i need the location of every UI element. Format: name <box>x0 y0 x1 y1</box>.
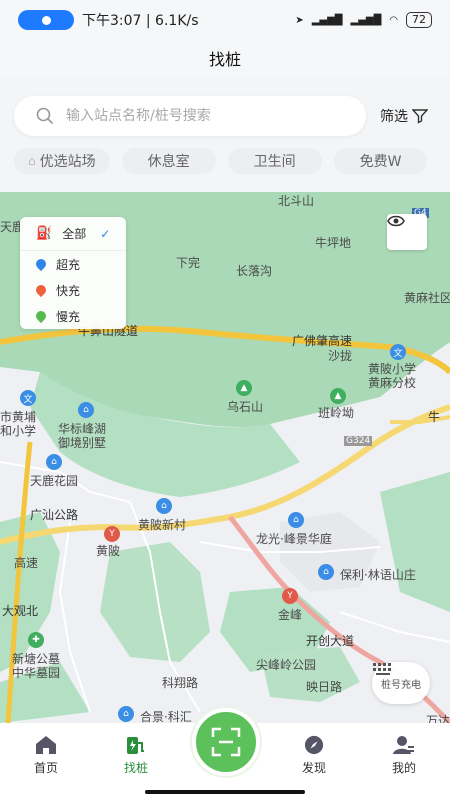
filter-chips: ⌂ 优选站场 休息室 卫生间 免费W <box>14 148 450 174</box>
cemetery-poi-icon[interactable]: ✚ <box>28 632 44 648</box>
place-label: 黄麻分校 <box>368 376 417 390</box>
status-bar: 下午3:07 | 6.1K/s ➤ ▂▄▆█ ▂▄▆█ ◠ 72 <box>0 0 450 40</box>
keypad-icon <box>373 663 391 675</box>
place-label: 长落沟 <box>236 264 273 278</box>
chip-restroom[interactable]: 卫生间 <box>227 148 322 174</box>
metro-poi-icon[interactable]: Y <box>282 588 298 604</box>
place-label: 金峰 <box>278 608 303 622</box>
place-label: 合景·科汇 <box>140 710 192 723</box>
residence-poi-icon[interactable]: ⌂ <box>78 402 94 418</box>
place-label: 班岭坳 <box>318 406 355 420</box>
place-label: 尖峰岭公园 <box>256 658 317 672</box>
residence-poi-icon[interactable]: ⌂ <box>156 498 172 514</box>
charging-station-icon <box>127 737 144 754</box>
search-input[interactable] <box>64 107 324 125</box>
preferred-icon: ⌂ <box>28 154 36 168</box>
status-time: 下午3:07 | 6.1K/s <box>82 13 199 29</box>
place-label: 北斗山 <box>278 194 315 208</box>
chip-preferred[interactable]: ⌂ 优选站场 <box>14 148 110 174</box>
place-label: 下完 <box>176 256 201 270</box>
title-bar: 找桩 <box>0 40 450 76</box>
charger-type-legend: ⛽ 全部 ✓ 超充 快充 慢充 <box>20 217 126 329</box>
place-label: 御境别墅 <box>58 436 107 450</box>
home-indicator <box>145 790 305 794</box>
chip-free-wifi[interactable]: 免费W <box>333 148 428 174</box>
place-label: 映日路 <box>306 680 343 694</box>
locate-button[interactable] <box>387 214 427 250</box>
road-label: 广汕公路 <box>30 508 79 522</box>
eye-icon <box>387 215 405 227</box>
tab-profile[interactable]: 我的 <box>374 735 434 776</box>
residence-poi-icon[interactable]: ⌂ <box>118 706 134 722</box>
wifi-icon: ◠ <box>389 14 398 26</box>
location-indicator-icon <box>18 10 74 30</box>
place-label: 黄陂新村 <box>138 518 187 532</box>
pile-charge-button[interactable]: 桩号充电 <box>372 662 430 704</box>
place-label: 中华墓园 <box>12 666 61 680</box>
place-label: 高速 <box>14 556 39 570</box>
pile-charge-label: 桩号充电 <box>381 679 421 691</box>
filter-label: 筛选 <box>380 109 408 125</box>
legend-super[interactable]: 超充 <box>20 251 126 277</box>
tab-home[interactable]: 首页 <box>16 735 76 776</box>
signal-icon: ▂▄▆█ <box>311 14 343 26</box>
filter-icon <box>412 109 428 124</box>
slow-charge-pin-icon <box>33 308 49 324</box>
legend-all[interactable]: ⛽ 全部 ✓ <box>20 217 126 251</box>
page-title: 找桩 <box>208 50 241 69</box>
road-label: G324 <box>344 436 373 446</box>
signal2-icon: ▂▄▆█ <box>350 14 382 26</box>
search-box[interactable] <box>14 96 366 136</box>
user-icon <box>393 736 414 754</box>
place-label: 乌石山 <box>227 400 264 414</box>
place-label: 科翔路 <box>162 676 199 690</box>
school-poi-icon[interactable]: 文 <box>20 390 36 406</box>
residence-poi-icon[interactable]: ⌂ <box>288 512 304 528</box>
mountain-poi-icon[interactable]: ▲ <box>330 388 346 404</box>
legend-slow[interactable]: 慢充 <box>20 303 126 329</box>
place-label: 万达 <box>426 714 450 723</box>
station-icon: ⛽ <box>36 226 53 241</box>
place-label: 黄麻社区 <box>404 291 450 305</box>
super-charge-pin-icon <box>33 256 49 272</box>
tab-discover[interactable]: 发现 <box>284 735 344 776</box>
search-row: 筛选 <box>0 88 450 144</box>
scan-icon <box>211 727 241 757</box>
place-label: 沙拢 <box>328 349 353 363</box>
nav-arrow-icon: ➤ <box>295 14 304 26</box>
place-label: 天鹿花园 <box>30 474 79 488</box>
check-icon: ✓ <box>100 226 111 241</box>
battery-icon: 72 <box>406 12 432 28</box>
place-label: 牛坪地 <box>315 236 352 250</box>
fast-charge-pin-icon <box>33 282 49 298</box>
residence-poi-icon[interactable]: ⌂ <box>46 454 62 470</box>
scan-button[interactable] <box>192 708 260 776</box>
tab-find-pile[interactable]: 找桩 <box>106 735 166 776</box>
chip-lounge[interactable]: 休息室 <box>121 148 216 174</box>
place-label: 龙光·峰景华庭 <box>256 532 332 546</box>
residence-poi-icon[interactable]: ⌂ <box>318 564 334 580</box>
filter-button[interactable]: 筛选 <box>380 106 428 126</box>
road-label: 牛 <box>428 410 441 424</box>
road-label: 广佛肇高速 <box>292 334 353 348</box>
mountain-poi-icon[interactable]: ▲ <box>236 380 252 396</box>
search-icon <box>36 107 54 125</box>
place-label: 黄陂 <box>96 544 121 558</box>
home-icon <box>36 736 56 754</box>
place-label: 保利·林语山庄 <box>340 568 416 582</box>
compass-icon <box>304 735 324 755</box>
road-label: 开创大道 <box>306 634 355 648</box>
place-label: 和小学 <box>0 424 37 438</box>
metro-poi-icon[interactable]: Y <box>104 526 120 542</box>
legend-fast[interactable]: 快充 <box>20 277 126 303</box>
school-poi-icon[interactable]: 文 <box>390 344 406 360</box>
road-label: 大观北 <box>2 604 39 618</box>
